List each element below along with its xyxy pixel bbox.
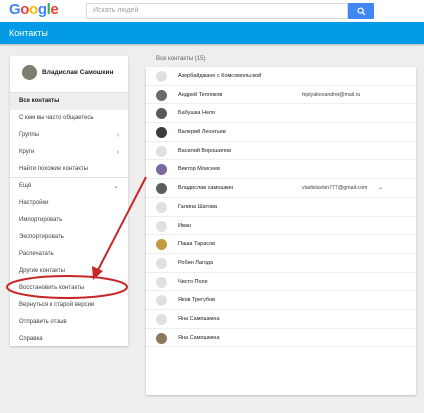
contact-name: Галина Шатова [178, 203, 218, 210]
contact-name: Бабушка Неля [178, 110, 216, 117]
contact-email: vladislavkin777@gmail.com [302, 185, 368, 192]
logo-letter: o [20, 1, 30, 18]
contact-name: Владислав самошкин [178, 185, 234, 192]
contact-row[interactable]: Валерий Леонтьев [146, 123, 416, 142]
contact-avatar [156, 313, 167, 325]
sidebar: Владислав Самошкин Все контакты С кем вы… [10, 56, 128, 346]
contact-row[interactable]: Бабушка Неля [146, 104, 416, 124]
section-title: Все контакты (15) [156, 56, 206, 62]
chevron-down-icon: ⌄ [113, 183, 119, 190]
sidebar-item-find-duplicates[interactable]: Найти похожие контакты [10, 161, 128, 178]
contact-row[interactable]: Владислав самошкин vladislavkin777@gmail.… [146, 179, 416, 198]
contact-name: Паша Тарасов [178, 241, 216, 248]
contact-row[interactable]: Виктор Моисеев [146, 160, 416, 180]
contact-name: Андрей Тепляков [178, 91, 223, 98]
sidebar-item-help[interactable]: Справка [10, 331, 128, 348]
app-title: Контакты [9, 28, 48, 38]
avatar [22, 65, 37, 80]
contact-row[interactable]: Робин Лагода [146, 254, 416, 273]
contact-name: Иван [178, 222, 191, 229]
profile-name: Владислав Самошкин [42, 69, 114, 76]
logo-letter: G [9, 1, 21, 18]
sidebar-item-restore-contacts[interactable]: Восстановить контакты [10, 280, 128, 297]
contact-avatar [156, 201, 167, 213]
sidebar-item-label: Распечатать [19, 251, 54, 257]
sidebar-item-label: Ещё [19, 183, 32, 189]
contact-name: Василий Ворошилов [178, 147, 232, 154]
contact-name: Яков Трегубов [178, 297, 216, 304]
contact-avatar [156, 183, 167, 195]
contact-avatar [156, 145, 167, 157]
sidebar-item-settings[interactable]: Настройки [10, 195, 128, 212]
contact-name: Яна Самошкина [178, 334, 220, 341]
sidebar-item-frequent[interactable]: С кем вы часто общаетесь [10, 110, 128, 127]
contact-row[interactable]: Галина Шатова [146, 198, 416, 217]
contact-email: feplyakovandrei@mail.ru [302, 91, 361, 98]
contact-name: Чисто Поле [178, 278, 208, 285]
contact-name: Виктор Моисеев [178, 166, 220, 173]
contact-row[interactable]: Яков Трегубов [146, 291, 416, 310]
search-icon [356, 6, 366, 16]
sidebar-item-groups[interactable]: Группы › [10, 127, 128, 144]
sidebar-item-feedback[interactable]: Отправить отзыв [10, 314, 128, 331]
sidebar-item-circles[interactable]: Круги › [10, 144, 128, 161]
contact-row[interactable]: Иван [146, 217, 416, 236]
sidebar-item-old-version[interactable]: Вернуться к старой версии [10, 297, 128, 314]
sidebar-item-label: Другие контакты [19, 268, 65, 274]
contact-row[interactable]: Азербайджане с Комсомольской [146, 67, 416, 86]
sidebar-item-import[interactable]: Импортировать [10, 212, 128, 229]
logo-letter: o [29, 1, 38, 18]
chevron-right-icon: › [116, 149, 119, 156]
contact-avatar [156, 164, 167, 176]
search-input[interactable]: Искать людей [86, 3, 348, 19]
sidebar-item-export[interactable]: Экспортировать [10, 229, 128, 246]
contact-avatar [156, 276, 167, 288]
sidebar-item-other-contacts[interactable]: Другие контакты [10, 263, 128, 280]
sidebar-item-label: Группы [19, 132, 39, 138]
contact-avatar [156, 108, 167, 120]
contact-name: Валерий Леонтьев [178, 129, 226, 136]
sidebar-item-label: Круги [19, 149, 35, 155]
search-button[interactable] [348, 3, 374, 19]
sidebar-item-label: Отправить отзыв [19, 319, 67, 325]
sidebar-item-label: Настройки [19, 200, 49, 206]
contact-list: Азербайджане с Комсомольской Андрей Тепл… [146, 67, 416, 395]
sidebar-item-all-contacts[interactable]: Все контакты [10, 93, 128, 110]
chevron-down-icon[interactable]: ⌄ [378, 184, 383, 191]
sidebar-item-label: Экспортировать [19, 234, 64, 240]
contact-name: Робин Лагода [178, 259, 214, 266]
sidebar-item-label: Восстановить контакты [19, 285, 85, 291]
logo-letter: e [50, 1, 59, 18]
contact-avatar [156, 239, 167, 251]
sidebar-item-label: Справка [19, 336, 43, 342]
top-bar: Google Искать людей [0, 0, 424, 22]
contact-avatar [156, 220, 167, 232]
sidebar-item-more[interactable]: Ещё ⌄ [10, 178, 128, 195]
sidebar-item-label: Найти похожие контакты [19, 166, 88, 172]
contact-avatar [156, 89, 167, 101]
chevron-right-icon: › [116, 132, 119, 139]
google-logo[interactable]: Google [9, 1, 59, 19]
contact-row[interactable]: Яна Самошкина [146, 329, 416, 348]
contact-row[interactable]: Яна Самошкина [146, 310, 416, 329]
contact-name: Яна Самошкина [178, 315, 220, 322]
sidebar-item-print[interactable]: Распечатать [10, 246, 128, 263]
app-bar: Контакты [0, 22, 424, 44]
sidebar-item-label: Импортировать [19, 217, 63, 223]
contact-row[interactable]: Василий Ворошилов [146, 142, 416, 161]
profile-header[interactable]: Владислав Самошкин [10, 56, 128, 93]
contact-row[interactable]: Чисто Поле [146, 273, 416, 292]
contact-name: Азербайджане с Комсомольской [178, 73, 262, 79]
logo-letter: g [37, 1, 47, 18]
contact-avatar [156, 332, 167, 344]
sidebar-item-label: Вернуться к старой версии [19, 302, 95, 308]
contact-row[interactable]: Паша Тарасов [146, 235, 416, 254]
contact-avatar [156, 257, 167, 269]
contact-avatar [156, 127, 167, 139]
contact-avatar [156, 295, 167, 307]
contact-avatar [156, 71, 167, 82]
contact-row[interactable]: Андрей Тепляков feplyakovandrei@mail.ru [146, 86, 416, 105]
sidebar-item-label: С кем вы часто общаетесь [19, 115, 94, 121]
sidebar-item-label: Все контакты [19, 98, 60, 104]
